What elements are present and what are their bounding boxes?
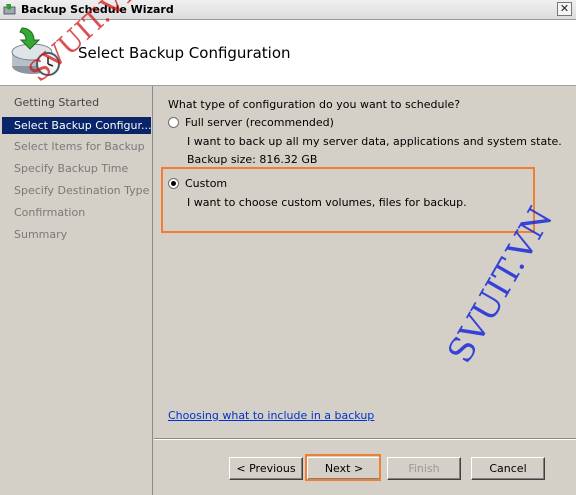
step-getting-started[interactable]: Getting Started xyxy=(2,94,151,111)
full-server-label[interactable]: Full server (recommended) xyxy=(185,116,334,129)
cancel-button[interactable]: Cancel xyxy=(471,457,545,480)
page-title: Select Backup Configuration xyxy=(78,44,291,62)
step-confirmation: Confirmation xyxy=(14,206,86,219)
next-button-highlight xyxy=(305,454,381,481)
step-specify-destination-type: Specify Destination Type xyxy=(14,184,150,197)
wizard-steps-pane: Getting Started Select Backup Configur..… xyxy=(0,86,153,495)
step-select-items-for-backup: Select Items for Backup xyxy=(14,140,145,153)
custom-option-highlight xyxy=(161,167,535,233)
configuration-question: What type of configuration do you want t… xyxy=(168,98,461,111)
backup-app-icon xyxy=(3,4,16,15)
close-button[interactable]: ✕ xyxy=(557,2,572,16)
finish-button: Finish xyxy=(387,457,461,480)
backup-size-text: Backup size: 816.32 GB xyxy=(187,153,318,166)
previous-button[interactable]: < Previous xyxy=(229,457,303,480)
button-separator xyxy=(154,438,576,440)
step-specify-backup-time: Specify Backup Time xyxy=(14,162,129,175)
step-select-backup-configuration[interactable]: Select Backup Configur... xyxy=(2,117,151,134)
full-server-radio[interactable] xyxy=(168,117,179,128)
close-icon: ✕ xyxy=(559,2,570,15)
full-server-description: I want to back up all my server data, ap… xyxy=(187,135,562,148)
step-summary: Summary xyxy=(14,228,68,241)
help-link[interactable]: Choosing what to include in a backup xyxy=(168,409,374,422)
